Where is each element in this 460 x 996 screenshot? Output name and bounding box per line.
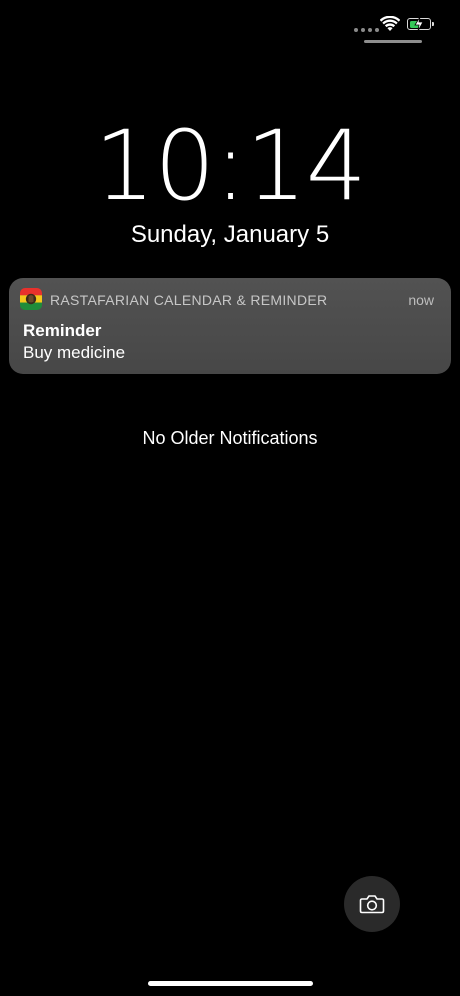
status-bar (0, 0, 460, 44)
camera-button[interactable] (344, 876, 400, 932)
notification-title: Reminder (23, 321, 102, 340)
wifi-icon (380, 16, 400, 31)
lock-screen-time: 10:14 (94, 110, 367, 222)
notification-app-name: RASTAFARIAN CALENDAR & REMINDER (50, 292, 328, 308)
lock-screen-date: Sunday, January 5 (130, 221, 330, 248)
battery-tip (432, 22, 434, 26)
notification-card[interactable]: RASTAFARIAN CALENDAR & REMINDER now Remi… (9, 278, 451, 374)
notification-time: now (408, 292, 434, 308)
cellular-signal-icon (354, 28, 379, 32)
camera-icon (359, 895, 385, 914)
notification-body: Buy medicine (23, 343, 126, 362)
rastafarian-flag-icon (20, 288, 42, 310)
control-center-indicator[interactable] (364, 40, 422, 43)
home-indicator[interactable] (148, 981, 313, 986)
no-older-notifications-label: No Older Notifications (142, 428, 318, 448)
charging-bolt-icon (414, 16, 424, 32)
